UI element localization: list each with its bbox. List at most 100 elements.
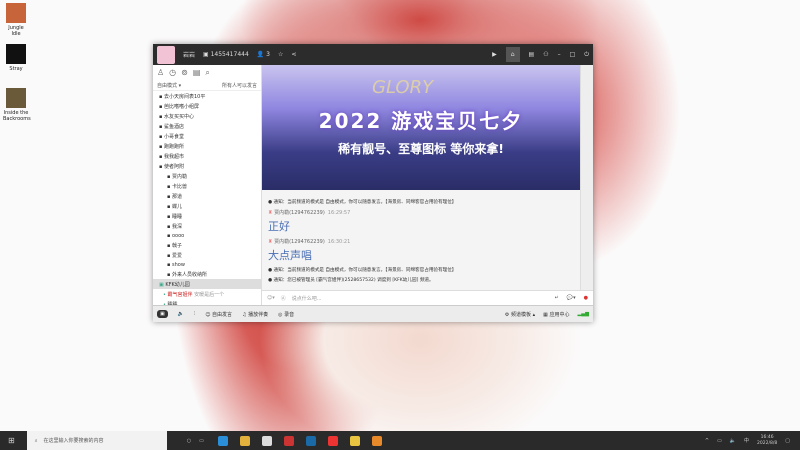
home-icon[interactable]: ⌂	[505, 47, 520, 62]
start-button[interactable]: ⊞	[0, 436, 23, 445]
subchannel-item[interactable]: ▪ 外来人员收纳所	[153, 269, 261, 279]
subchannel-item[interactable]: ▪ 卡比兽	[153, 181, 261, 191]
sender[interactable]: 贾内勒(1294762239)	[274, 239, 325, 245]
taskbar: ⊞ ⌕ 在这里输入你要搜索的内容 ○ ▭ ^ ▭ 🔈 中 16:46 2022/8/…	[0, 431, 800, 450]
channel-item[interactable]: ▪ 我我超市	[153, 151, 261, 161]
desktop-icon-backrooms[interactable]: Inside the Backrooms	[3, 88, 31, 122]
channel-item[interactable]: ▪ 跑跑跑所	[153, 141, 261, 151]
subchannel-item[interactable]: ▪ 睡睡	[153, 211, 261, 221]
taskbar-search[interactable]: ⌕ 在这里输入你要搜索的内容	[26, 431, 167, 450]
subchannel-item[interactable]: ▪ 爱爱	[153, 250, 261, 260]
subchannel-item[interactable]: ▪ 贾内勒	[153, 171, 261, 181]
mic-toggle[interactable]: ▣	[157, 310, 168, 318]
subchannel-item[interactable]: ▪ 蝶儿	[153, 201, 261, 211]
chevron-up-icon[interactable]: ^	[705, 438, 709, 444]
store-icon[interactable]	[261, 435, 272, 446]
system-tray: ^ ▭ 🔈 中 16:46 2022/8/8 ▢	[705, 435, 800, 447]
mode-dropdown[interactable]: 自由模式 ▾	[157, 82, 181, 89]
clock[interactable]: 16:46 2022/8/8	[757, 435, 777, 447]
user-icon[interactable]: ♙	[157, 68, 164, 78]
search-icon: ⌕	[34, 437, 38, 444]
notification-icon[interactable]: ▢	[785, 438, 790, 444]
signal-icon: ▂▄▆	[577, 311, 589, 317]
desktop-icon-jungle-idle[interactable]: Jungle Idle	[3, 3, 29, 37]
font-icon[interactable]: Ⓐ	[281, 295, 286, 302]
game-icon	[6, 3, 26, 23]
banner-subtitle: 稀有靓号、至尊图标 等你来拿!	[338, 142, 504, 156]
mode-hint: 所有人可以发言	[221, 83, 257, 89]
channel-template-button[interactable]: ⚙ 频道模板 ▴	[505, 311, 535, 318]
nickname: 岩岩	[183, 52, 196, 59]
yy-icon[interactable]	[349, 435, 360, 446]
speaker-icon[interactable]: 🔈	[178, 311, 184, 317]
edge-icon[interactable]	[217, 435, 228, 446]
subchannel-item[interactable]: ▪ 我深	[153, 221, 261, 231]
id-label: ▣ 1455417444	[203, 51, 249, 58]
history-icon[interactable]: ◷	[169, 68, 176, 78]
app-icon[interactable]	[327, 435, 338, 446]
message-header: ♜ 贾内勒(1294762239) 16:30:21	[268, 239, 351, 245]
promo-banner[interactable]: GLORY 2022 游戏宝贝七夕 稀有靓号、至尊图标 等你来拿!	[262, 65, 580, 190]
message-header: ♜ 贾内勒(1294762239) 16:29:57	[268, 210, 351, 216]
channel-item[interactable]: ▪ 芭比嗜嗜小组屏	[153, 101, 261, 111]
app-icon[interactable]	[305, 435, 316, 446]
subchannel-item[interactable]: ▪ show	[153, 260, 261, 269]
channel-item[interactable]: ▪ 使者阿附	[153, 161, 261, 171]
volume-icon[interactable]: 🔈	[730, 438, 736, 444]
notice-message: ● 通知：当前频道的模式是 自由模式，你可以随意发言。【海景房、同绵客官占用验有…	[268, 200, 457, 205]
channel-item[interactable]: ▪ 小哥食堂	[153, 131, 261, 141]
emoji-icon[interactable]: ☺▾	[267, 295, 275, 301]
record-button[interactable]: ◎ 录音	[278, 311, 294, 318]
explorer-icon[interactable]	[239, 435, 250, 446]
share-icon[interactable]: ⋖	[291, 51, 296, 58]
mixer-icon[interactable]: ⫶	[194, 311, 195, 317]
chat-area: ● 通知：当前频道的模式是 自由模式，你可以随意发言。【海景房、同绵客官占用验有…	[262, 190, 580, 290]
ime-icon[interactable]: 中	[744, 437, 749, 444]
subchannel-item[interactable]: ▪ oooo	[153, 231, 261, 240]
list-icon[interactable]: ▤	[193, 68, 201, 78]
task-view-icon[interactable]: ▭	[199, 438, 204, 444]
chat-message: 正好	[268, 220, 290, 233]
subchannel-item[interactable]: ▪ 戟子	[153, 240, 261, 250]
desktop-icon-stray[interactable]: Stray	[3, 44, 29, 72]
location-icon[interactable]: ⊚	[181, 68, 188, 78]
video-icon[interactable]: ▶	[492, 51, 497, 58]
search-icon[interactable]: ⌕	[205, 68, 209, 78]
avatar[interactable]	[157, 45, 175, 64]
send-icon[interactable]: ↵	[555, 295, 559, 301]
banner-logo: GLORY	[372, 77, 434, 98]
banner-title: 2022 游戏宝贝七夕	[318, 109, 524, 133]
app-center-button[interactable]: ▦ 应用中心	[543, 311, 569, 318]
music-button[interactable]: ♫ 播放伴奏	[242, 311, 268, 318]
bubble-icon[interactable]: 💬▾	[567, 295, 576, 301]
cortana-icon[interactable]: ○	[187, 438, 191, 444]
star-icon[interactable]: ☆	[278, 51, 283, 58]
gamepad-icon[interactable]: ⚇	[543, 51, 548, 58]
power-button[interactable]: ⏻	[584, 51, 589, 59]
cat-icon	[6, 44, 26, 64]
channel-item[interactable]: ▪ 水友买买中心	[153, 111, 261, 121]
maximize-button[interactable]: □	[570, 51, 576, 58]
user-count: 👤 3	[256, 51, 270, 58]
network-icon[interactable]: ▭	[717, 438, 722, 444]
chat-input-bar: ☺▾ Ⓐ 说点什么吧... ↵ 💬▾ ●	[262, 290, 593, 305]
minimize-button[interactable]: –	[558, 51, 561, 58]
side-toolbar[interactable]	[580, 65, 593, 305]
sender[interactable]: 贾内勒(1294762239)	[274, 210, 325, 216]
channel-item[interactable]: ▪ 鲨鱼酒店	[153, 121, 261, 131]
notice-message: ● 通知：您已被管理员 [霸气宫姐伴](2528657532) 调度到 [KFK…	[268, 278, 434, 283]
app-icon[interactable]	[371, 435, 382, 446]
bottom-bar: ▣ 🔈 ⫶ ☺ 自由发言 ♫ 播放伴奏 ◎ 录音 ⚙ 频道模板 ▴ ▦ 应用中心…	[153, 305, 593, 322]
subchannel-item[interactable]: ▪ 那道	[153, 191, 261, 201]
chat-input[interactable]: 说点什么吧...	[292, 295, 322, 302]
free-speak-button[interactable]: ☺ 自由发言	[205, 311, 232, 318]
channel-item[interactable]: ▪ 去小天房间表10平	[153, 91, 261, 101]
chat-message: 大点声唱	[268, 249, 312, 262]
layout-icon[interactable]: ▤	[529, 51, 535, 58]
user-item[interactable]: • 霸气宫姐伴 安暖是后一个	[153, 289, 261, 299]
mic-icon[interactable]: ●	[584, 295, 588, 301]
app-icon[interactable]	[283, 435, 294, 446]
current-room[interactable]: ▣ KFK幼儿园	[153, 279, 261, 289]
channel-panel: ♙ ◷ ⊚ ▤ ⌕ 自由模式 ▾ 所有人可以发言 ▪ 去小天房间表10平 ▪ 芭比嗜嗜小组屏…	[153, 65, 262, 318]
game-icon	[6, 88, 26, 108]
